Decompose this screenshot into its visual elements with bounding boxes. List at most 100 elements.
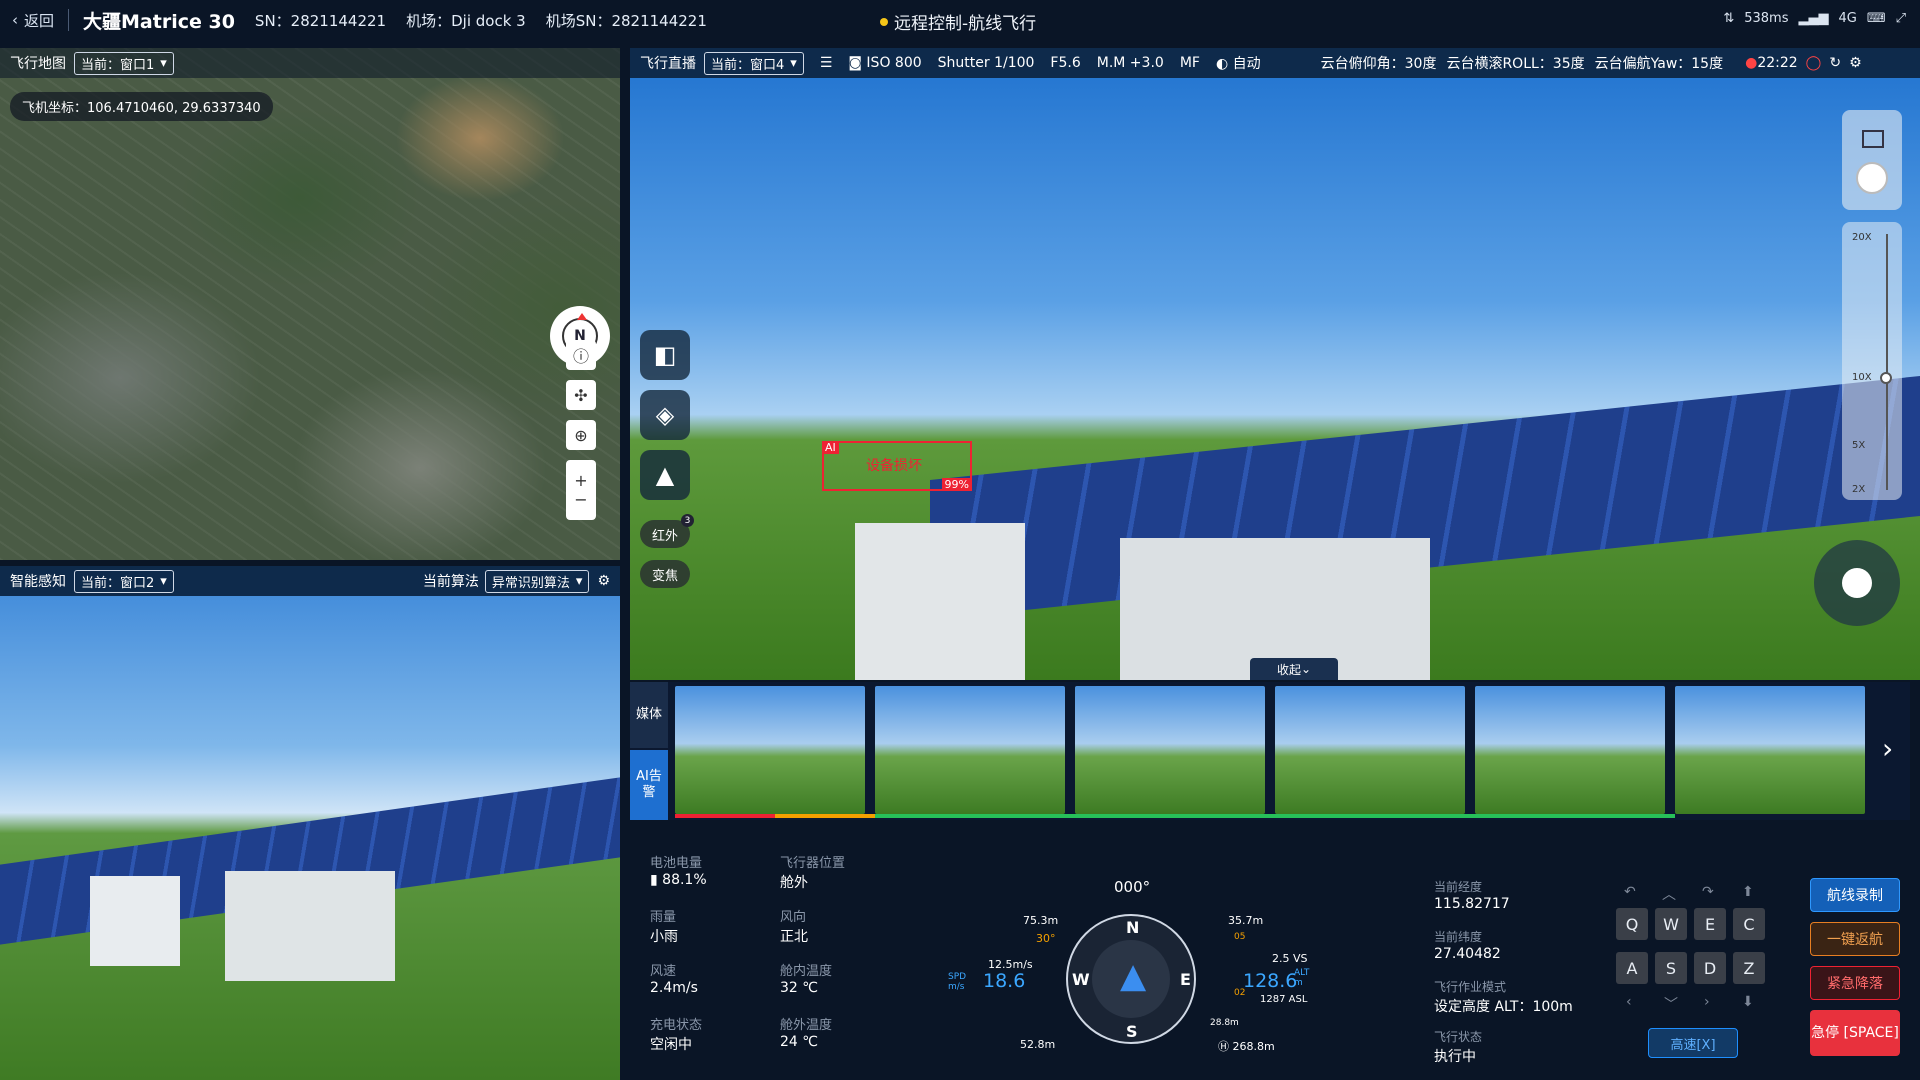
ai-detection-box[interactable]: AI 设备损坏 99% xyxy=(822,441,972,491)
media-thumbnail[interactable] xyxy=(675,686,865,814)
live-window-select[interactable]: 当前：窗口4 ▾ xyxy=(704,51,804,75)
arrow-down-icon: ﹀ xyxy=(1664,997,1678,1013)
infrared-button[interactable]: 红外 3 xyxy=(640,514,694,548)
settings-gear-icon[interactable]: ⚙ xyxy=(597,573,610,589)
refresh-icon[interactable]: ↻ xyxy=(1829,55,1841,71)
navigation-icon[interactable]: ▲ xyxy=(640,450,690,500)
cabin-temp-value: 32 ℃ xyxy=(780,980,818,996)
key-s[interactable]: S xyxy=(1655,952,1687,984)
camera-toolbar: 飞行直播 当前：窗口4 ▾ ☰ ◙ ISO 800 Shutter 1/100 F… xyxy=(630,48,1920,78)
photo-mode-icon[interactable] xyxy=(1862,130,1884,148)
equipment-cabinet xyxy=(855,523,1025,680)
back-button[interactable]: ‹ 返回 xyxy=(12,10,54,31)
zoom-5x: 5X xyxy=(1852,440,1866,451)
gimbal-joystick[interactable] xyxy=(1814,540,1900,626)
caret-down-icon: ▾ xyxy=(575,573,583,589)
zoom-in-icon[interactable]: + xyxy=(574,471,587,490)
adjust-icon[interactable]: ☰ xyxy=(820,55,833,71)
locate-icon[interactable]: ⊕ xyxy=(566,420,596,450)
caret-down-icon: ▾ xyxy=(790,55,797,71)
key-c[interactable]: C xyxy=(1733,908,1765,940)
caret-down-icon: ▾ xyxy=(160,55,167,71)
joystick-knob[interactable] xyxy=(1842,568,1872,598)
flight-map-panel[interactable]: 飞行地图 当前：窗口1 ▾ 飞机坐标：106.4710460, 29.633734… xyxy=(0,48,620,560)
position-value: 舱外 xyxy=(780,875,808,891)
equipment-cabinet xyxy=(90,876,180,966)
media-thumbnail[interactable] xyxy=(1275,686,1465,814)
media-tab[interactable]: 媒体 xyxy=(630,682,668,748)
aperture-setting[interactable]: F5.6 xyxy=(1050,55,1080,71)
latency-icon: ⇅ xyxy=(1723,11,1735,26)
chevron-right-icon[interactable]: › xyxy=(1882,732,1893,765)
signal-icon: ▂▄▆ xyxy=(1798,11,1829,26)
hud-marker-05: 05 xyxy=(1234,932,1246,942)
live-title: 飞行直播 xyxy=(640,56,696,72)
zoom-button[interactable]: 变焦 xyxy=(640,560,690,588)
zoom-slider[interactable]: 20X 10X 5X 2X xyxy=(1842,222,1902,500)
zoom-out-icon[interactable]: − xyxy=(574,490,587,509)
drone-sn: SN：2821144221 xyxy=(254,11,387,30)
keyboard-icon[interactable]: ⌨ xyxy=(1867,11,1886,26)
media-thumbnail[interactable] xyxy=(875,686,1065,814)
key-e[interactable]: E xyxy=(1694,908,1726,940)
battery-value: ▮ 88.1% xyxy=(650,872,707,888)
shutter-setting[interactable]: Shutter 1/100 xyxy=(938,55,1035,71)
zoom-handle[interactable] xyxy=(1880,372,1892,384)
settings-gear-icon[interactable]: ⚙ xyxy=(1849,55,1862,71)
info-icon[interactable]: ⓘ xyxy=(566,340,596,370)
equipment-cabinet xyxy=(225,871,395,981)
wind-speed-value: 2.4m/s xyxy=(650,980,698,996)
dock-name: 机场：Dji dock 3 xyxy=(406,11,526,30)
key-d[interactable]: D xyxy=(1694,952,1726,984)
charge-value: 空闲中 xyxy=(650,1037,692,1053)
key-w[interactable]: W xyxy=(1655,908,1687,940)
speed-mode-button[interactable]: 高速[X] xyxy=(1648,1028,1738,1058)
arrow-right-icon: › xyxy=(1704,994,1710,1010)
zoom-20x: 20X xyxy=(1852,232,1872,243)
wind-dir-label: 风向 xyxy=(780,910,807,925)
exposure-setting[interactable]: M.M +3.0 xyxy=(1097,55,1164,71)
camera-iso[interactable]: ◙ ISO 800 xyxy=(848,55,921,71)
focus-mode[interactable]: MF xyxy=(1180,55,1200,71)
record-button[interactable]: ◯ xyxy=(1806,55,1822,71)
fullscreen-icon[interactable]: ⤢ xyxy=(1896,11,1906,26)
key-q[interactable]: Q xyxy=(1616,908,1648,940)
hud-top-right: 35.7m xyxy=(1228,914,1264,927)
attitude-indicator: ▲ N S W E xyxy=(1066,914,1196,1044)
return-home-button[interactable]: 一键返航 xyxy=(1810,922,1900,956)
smart-window-select[interactable]: 当前：窗口2 ▾ xyxy=(74,569,174,593)
latency: 538ms xyxy=(1744,11,1789,26)
route-record-button[interactable]: 航线录制 xyxy=(1810,878,1900,912)
speaker-icon[interactable]: ◈ xyxy=(640,390,690,440)
emergency-stop-button[interactable]: 急停 [SPACE] xyxy=(1810,1010,1900,1056)
media-thumbnail[interactable] xyxy=(1475,686,1665,814)
drone-icon[interactable]: ✣ xyxy=(566,380,596,410)
zoom-10x: 10X xyxy=(1852,372,1872,383)
timeline-bar[interactable] xyxy=(675,814,1675,818)
key-z[interactable]: Z xyxy=(1733,952,1765,984)
collapse-button[interactable]: 收起 ⌄ xyxy=(1250,658,1338,680)
algo-select[interactable]: 异常识别算法 ▾ xyxy=(484,569,590,593)
ai-confidence: 99% xyxy=(941,478,972,491)
status-dot-icon xyxy=(880,17,888,26)
ai-alert-tab[interactable]: AI告警 xyxy=(630,750,668,820)
status-panel: 电池电量 ▮ 88.1% 飞行器位置 舱外 雨量 小雨 风向 正北 风速 2.4… xyxy=(630,834,1920,1080)
media-thumbnail[interactable] xyxy=(1075,686,1265,814)
lat-label: 当前纬度 xyxy=(1434,930,1483,944)
divider xyxy=(68,9,70,31)
hud-top-left: 75.3m xyxy=(1023,914,1059,927)
emergency-land-button[interactable]: 紧急降落 xyxy=(1810,966,1900,1000)
flight-live-panel[interactable]: 飞行直播 当前：窗口4 ▾ ☰ ◙ ISO 800 Shutter 1/100 F… xyxy=(630,48,1920,680)
shutter-button[interactable] xyxy=(1856,162,1888,194)
light-icon[interactable]: ◧ xyxy=(640,330,690,380)
media-thumbnail[interactable] xyxy=(1675,686,1865,814)
key-a[interactable]: A xyxy=(1616,952,1648,984)
auto-mode[interactable]: ◐ 自动 xyxy=(1216,53,1261,73)
map-window-select[interactable]: 当前：窗口1 ▾ xyxy=(74,51,174,75)
map-zoom-control: + − xyxy=(566,460,596,520)
compass-n-icon: N xyxy=(1126,918,1140,937)
rain-value: 小雨 xyxy=(650,929,678,945)
record-time: 22:22 xyxy=(1757,55,1798,71)
hud-marker-288: 28.8m xyxy=(1210,1018,1239,1028)
battery-icon: ▮ xyxy=(650,872,663,888)
